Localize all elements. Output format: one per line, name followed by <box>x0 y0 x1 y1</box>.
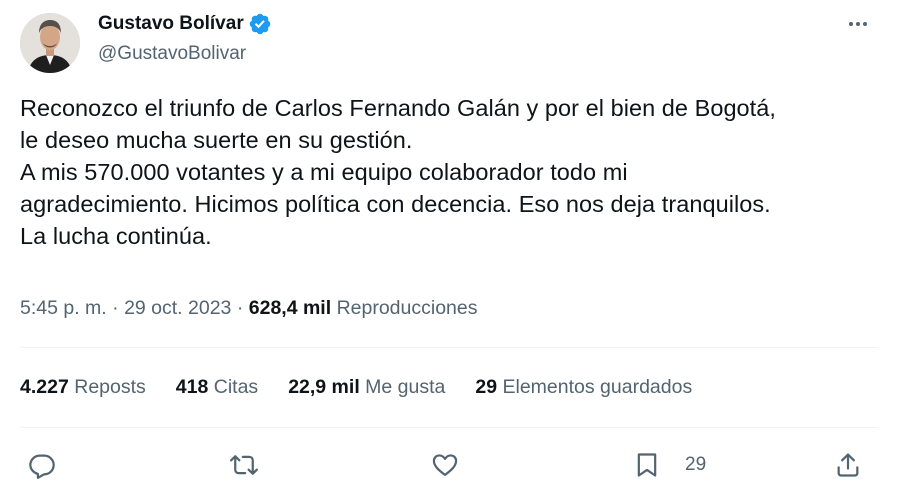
avatar[interactable] <box>20 13 80 73</box>
verified-badge-icon[interactable] <box>248 12 272 36</box>
stat-label: Reposts <box>74 376 146 398</box>
views-label: Reproducciones <box>336 297 478 319</box>
repost-button[interactable] <box>230 445 258 485</box>
like-button[interactable] <box>431 445 459 485</box>
author-display-name[interactable]: Gustavo Bolívar <box>98 13 244 35</box>
heart-icon <box>432 454 458 477</box>
stat-label: Me gusta <box>365 376 446 398</box>
divider <box>20 427 878 428</box>
action-bar: 29 <box>0 445 898 485</box>
stat-label: Citas <box>213 376 259 398</box>
stat-likes[interactable]: 22,9 mil Me gusta <box>288 376 445 399</box>
tweet-text-line: le deseo mucha suerte en su gestión. <box>20 127 413 153</box>
tweet-text-line: La lucha continúa. <box>20 223 212 249</box>
stat-count: 22,9 mil <box>288 376 360 398</box>
stat-quotes[interactable]: 418 Citas <box>176 376 258 399</box>
tweet-text-line: A mis 570.000 votantes y a mi equipo col… <box>20 159 628 185</box>
stat-label: Elementos guardados <box>502 376 693 398</box>
meta-separator: · <box>236 297 244 319</box>
tweet-time[interactable]: 5:45 p. m. <box>20 297 107 319</box>
tweet-text-line: agradecimiento. Hicimos política con dec… <box>20 191 771 217</box>
tweet-date[interactable]: 29 oct. 2023 <box>124 297 231 319</box>
more-dots-icon <box>849 22 867 26</box>
stat-reposts[interactable]: 4.227 Reposts <box>20 376 146 399</box>
reply-icon <box>29 454 55 479</box>
more-options-button[interactable] <box>842 12 874 36</box>
stat-count: 4.227 <box>20 376 69 398</box>
avatar-portrait-icon <box>20 13 80 73</box>
meta-separator: · <box>112 297 119 319</box>
stat-bookmarks[interactable]: 29 Elementos guardados <box>475 376 692 399</box>
engagement-stats: 4.227 Reposts 418 Citas 22,9 mil Me gust… <box>20 376 722 399</box>
stat-count: 418 <box>175 376 209 398</box>
author-handle[interactable]: @GustavoBolivar <box>98 43 272 65</box>
stat-count: 29 <box>475 376 498 398</box>
tweet-card: Gustavo Bolívar @GustavoBolivar Reconozc… <box>0 0 898 495</box>
views-count: 628,4 mil <box>248 297 332 319</box>
reply-button[interactable] <box>28 445 56 485</box>
share-icon <box>837 453 859 477</box>
tweet-meta: 5:45 p. m. · 29 oct. 2023 · 628,4 mil Re… <box>20 297 477 320</box>
bookmark-icon <box>637 453 657 477</box>
bookmark-button[interactable]: 29 <box>633 445 706 485</box>
share-button[interactable] <box>834 445 862 485</box>
author-block: Gustavo Bolívar @GustavoBolivar <box>98 11 272 65</box>
tweet-text-line: Reconozco el triunfo de Carlos Fernando … <box>20 95 776 121</box>
repost-icon <box>230 455 258 475</box>
divider <box>20 347 878 348</box>
tweet-text: Reconozco el triunfo de Carlos Fernando … <box>20 92 880 252</box>
bookmark-count: 29 <box>685 454 707 475</box>
